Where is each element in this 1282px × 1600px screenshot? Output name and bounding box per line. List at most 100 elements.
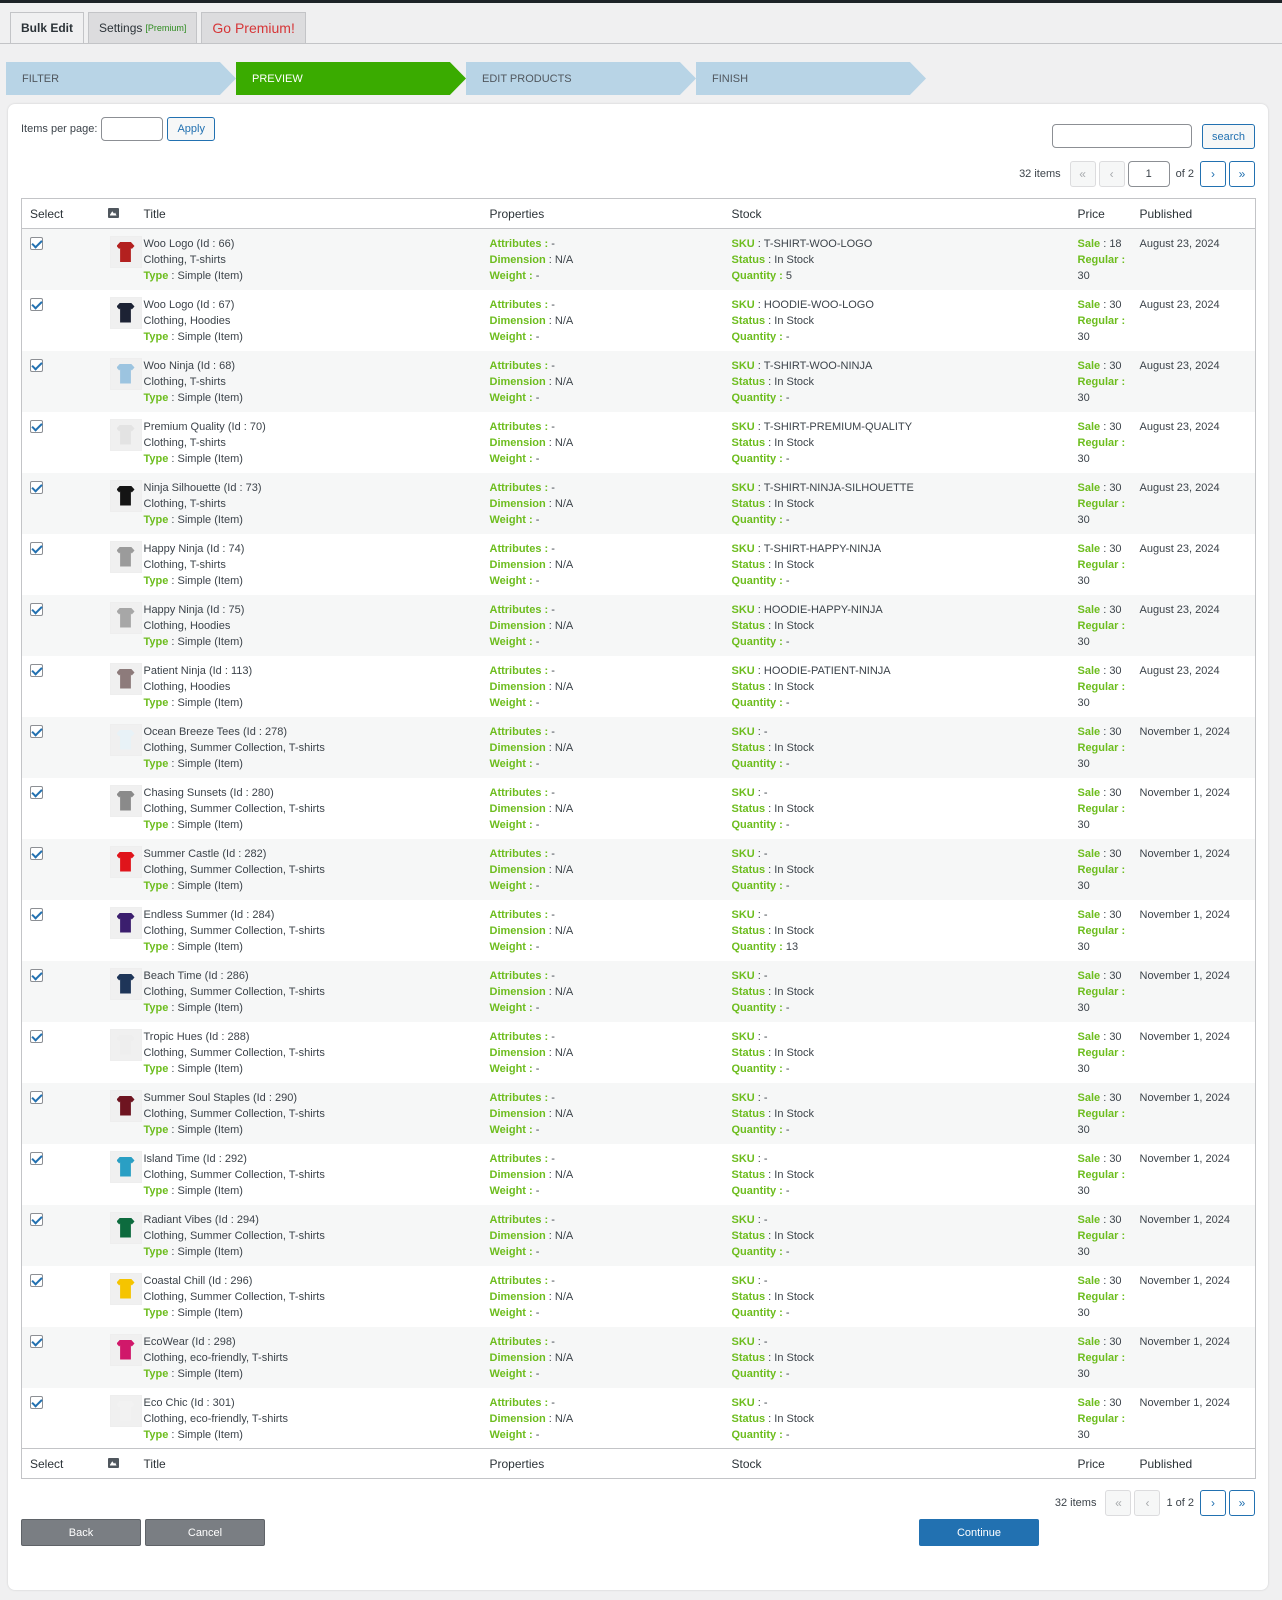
quantity-value: -: [785, 818, 790, 831]
search-input[interactable]: [1051, 124, 1192, 148]
tab-bulk-edit[interactable]: Bulk Edit: [10, 12, 85, 43]
dimension-label: Dimension: [489, 314, 546, 327]
published-cell: November 1, 2024: [1132, 900, 1256, 961]
price-cell: Sale : 30 Regular :30: [1070, 656, 1132, 717]
price-cell: Sale : 30 Regular :30: [1070, 900, 1132, 961]
sale-value: 30: [1109, 298, 1122, 311]
id-prefix: (Id :: [196, 238, 219, 250]
row-checkbox[interactable]: [30, 1029, 43, 1043]
type-label: Type: [143, 330, 169, 343]
tab-go-premium[interactable]: Go Premium!: [201, 12, 306, 43]
product-id: 66: [218, 238, 231, 250]
continue-button[interactable]: Continue: [919, 1519, 1039, 1546]
row-checkbox[interactable]: [30, 1151, 43, 1165]
row-checkbox[interactable]: [30, 724, 43, 738]
regular-value: 30: [1077, 879, 1090, 892]
attributes-label: Attributes: [489, 908, 542, 921]
shirt-icon: [116, 729, 135, 750]
first-page-button[interactable]: «: [1069, 161, 1096, 187]
properties-cell: Attributes : - Dimension : N/A Weight : -: [489, 786, 574, 831]
status-value: In Stock: [774, 985, 815, 998]
quantity-label: Quantity: [731, 574, 777, 587]
row-checkbox[interactable]: [30, 785, 43, 799]
regular-label: Regular: [1077, 375, 1119, 388]
product-name: Endless Summer: [143, 908, 228, 921]
status-value: In Stock: [774, 436, 815, 449]
prev-page-button[interactable]: ‹: [1134, 1490, 1161, 1516]
product-name: Premium Quality: [143, 420, 225, 433]
thumb-cell: [100, 1266, 142, 1327]
items-per-page-input[interactable]: [101, 117, 164, 141]
row-checkbox[interactable]: [30, 541, 43, 555]
back-button[interactable]: Back: [21, 1519, 141, 1546]
row-checkbox[interactable]: [30, 1212, 43, 1226]
stock-cell: SKU : T-SHIRT-WOO-NINJA Status : In Stock…: [731, 359, 873, 404]
next-page-button[interactable]: ›: [1200, 1490, 1226, 1516]
step-filter: FILTER: [6, 62, 236, 95]
sale-label: Sale: [1077, 1335, 1101, 1348]
cancel-button[interactable]: Cancel: [145, 1519, 265, 1546]
product-name: Eco Chic: [143, 1396, 188, 1409]
published-cell: August 23, 2024: [1132, 656, 1256, 717]
preview-panel: Items per page: Apply search 32 items « …: [8, 104, 1268, 1590]
id-prefix: (Id :: [242, 725, 265, 738]
apply-button[interactable]: Apply: [167, 117, 215, 141]
properties-cell: Attributes : - Dimension : N/A Weight : -: [489, 359, 574, 404]
regular-label: Regular: [1077, 863, 1119, 876]
tab-settings[interactable]: Settings [Premium]: [88, 12, 198, 43]
regular-label: Regular: [1077, 985, 1119, 998]
sale-label: Sale: [1077, 786, 1101, 799]
row-checkbox[interactable]: [30, 297, 43, 311]
col-select: Select: [21, 1448, 100, 1479]
shirt-icon: [116, 1156, 135, 1177]
last-page-button[interactable]: »: [1229, 161, 1255, 187]
prev-page-button[interactable]: ‹: [1098, 161, 1125, 187]
row-checkbox[interactable]: [30, 237, 43, 250]
published-date: August 23, 2024: [1139, 542, 1220, 555]
quantity-label: Quantity: [731, 696, 777, 709]
sale-value: 18: [1109, 238, 1122, 250]
sku-value: -: [763, 1335, 768, 1348]
first-page-button[interactable]: «: [1105, 1490, 1132, 1516]
quantity-label: Quantity: [731, 270, 777, 282]
search-button[interactable]: search: [1201, 124, 1255, 149]
row-checkbox[interactable]: [30, 602, 43, 616]
thumb-cell: [100, 778, 142, 839]
row-checkbox[interactable]: [30, 1090, 43, 1104]
status-value: In Stock: [774, 375, 815, 388]
row-checkbox[interactable]: [30, 1334, 43, 1348]
next-page-button[interactable]: ›: [1200, 161, 1226, 187]
row-checkbox[interactable]: [30, 1273, 43, 1287]
row-checkbox[interactable]: [30, 663, 43, 677]
status-label: Status: [731, 314, 766, 327]
type-value: Simple (Item): [177, 1245, 243, 1258]
row-checkbox[interactable]: [30, 907, 43, 921]
sale-label: Sale: [1077, 420, 1101, 433]
row-checkbox[interactable]: [30, 358, 43, 372]
type-value: Simple (Item): [177, 270, 243, 282]
quantity-value: -: [785, 757, 790, 770]
shirt-icon: [116, 973, 135, 994]
select-cell: [22, 900, 100, 961]
select-cell: [22, 534, 100, 595]
quantity-label: Quantity: [731, 513, 777, 526]
type-value: Simple (Item): [177, 1062, 243, 1075]
regular-value: 30: [1077, 1001, 1090, 1014]
shirt-icon: [116, 1339, 135, 1360]
status-value: In Stock: [774, 1229, 815, 1242]
table-row: Premium Quality (Id : 70) Clothing, T-shi…: [22, 412, 1256, 473]
properties-cell: Attributes : - Dimension : N/A Weight : -: [489, 542, 574, 587]
status-label: Status: [731, 1229, 766, 1242]
col-title: Title: [135, 198, 482, 229]
product-id: 73: [245, 481, 258, 494]
page-number-input[interactable]: 1: [1127, 161, 1170, 187]
row-checkbox[interactable]: [30, 419, 43, 433]
regular-value: 30: [1077, 1245, 1090, 1258]
row-checkbox[interactable]: [30, 968, 43, 982]
weight-label: Weight: [489, 757, 526, 770]
last-page-button[interactable]: »: [1229, 1490, 1255, 1516]
row-checkbox[interactable]: [30, 480, 43, 494]
status-label: Status: [731, 375, 766, 388]
row-checkbox[interactable]: [30, 846, 43, 860]
row-checkbox[interactable]: [30, 1395, 43, 1409]
